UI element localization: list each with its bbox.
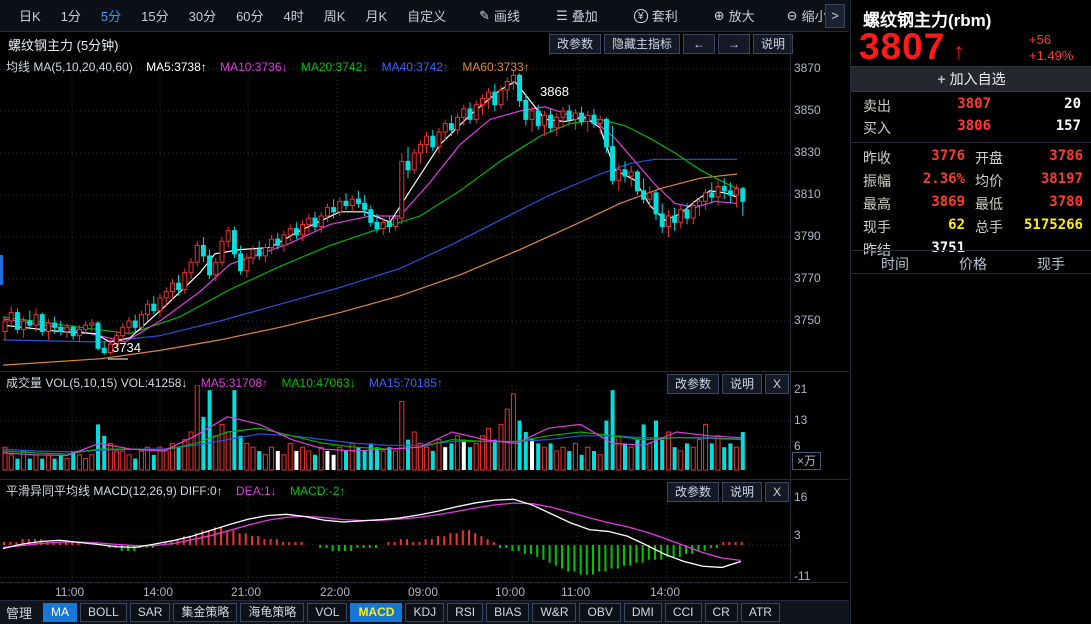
tab-rsi[interactable]: RSI (447, 603, 483, 622)
price-change-percent: +1.49% (1029, 48, 1073, 63)
pencil-icon: ✎ (479, 8, 490, 24)
tab-bias[interactable]: BIAS (486, 603, 529, 622)
arbitrage-button[interactable]: ¥ 套利 (626, 3, 686, 28)
macd-edit-params-button[interactable]: 改参数 (667, 482, 719, 502)
time-tick-label: 14:00 (650, 585, 680, 599)
time-tick-label: 09:00 (408, 585, 438, 599)
money-icon: ¥ (634, 9, 648, 23)
volume-tick-label: 6 (794, 439, 801, 453)
macd-tick-label: 3 (794, 528, 801, 542)
ask-row: 卖出 3807 20 (851, 96, 1091, 118)
tab-kdj[interactable]: KDJ (405, 603, 444, 622)
time-tick-label: 14:00 (143, 585, 173, 599)
price-tick-label: 3830 (794, 145, 821, 159)
volume-tick-label: 21 (794, 382, 807, 396)
price-change: +56 (1029, 32, 1051, 47)
time-tick-label: 21:00 (231, 585, 261, 599)
tab-vol[interactable]: VOL (307, 603, 347, 622)
vol-close-button[interactable]: X (765, 374, 789, 394)
price-tick-label: 3770 (794, 271, 821, 285)
tab-cci[interactable]: CCI (665, 603, 702, 622)
stats-row: 昨收 3776 开盘 3786 (851, 148, 1091, 170)
help-button[interactable]: 说明 (753, 34, 793, 54)
period-custom[interactable]: 自定义 (398, 3, 455, 28)
price-tick-label: 3850 (794, 103, 821, 117)
volume-chart[interactable] (0, 385, 790, 478)
macd-chart[interactable] (0, 492, 790, 582)
chart-header: 螺纹钢主力 (5分钟) 改参数 隐藏主指标 ← → 说明 (0, 32, 795, 56)
vol-help-button[interactable]: 说明 (722, 374, 762, 394)
quote-panel: 螺纹钢主力(rbm) 3807 ↑ +56 +1.49% +加入自选 卖出 38… (850, 0, 1091, 624)
period-5min[interactable]: 5分 (92, 3, 130, 28)
scroll-left-button[interactable]: ← (683, 34, 715, 54)
macd-tick-label: 16 (794, 490, 807, 504)
left-edge-indicator (0, 255, 3, 285)
time-axis: 11:00 14:00 21:00 22:00 09:00 10:00 11:00 14:00 (0, 582, 849, 600)
main-candlestick-chart[interactable]: 3868 3734 (0, 56, 790, 370)
time-tick-label: 11:00 (55, 585, 84, 599)
stats-row: 振幅 2.36% 均价 38197 (851, 171, 1091, 193)
hide-indicator-button[interactable]: 隐藏主指标 (604, 34, 680, 54)
trading-app-window: 日K 1分 5分 15分 30分 60分 4时 周K 月K 自定义 ✎ 画线 ☰… (0, 0, 1091, 624)
trades-table-header: 时间 价格 现手 (851, 250, 1091, 274)
time-tick-label: 11:00 (561, 585, 590, 599)
zoom-in-button[interactable]: ⊕ 放大 (706, 3, 763, 28)
macd-help-button[interactable]: 说明 (722, 482, 762, 502)
macd-close-button[interactable]: X (765, 482, 789, 502)
price-tick-label: 3870 (794, 61, 821, 75)
period-30min[interactable]: 30分 (180, 3, 225, 28)
last-price: 3807 (859, 26, 945, 68)
draw-line-button[interactable]: ✎ 画线 (471, 3, 528, 28)
svg-text:3868: 3868 (540, 84, 569, 99)
tab-dmi[interactable]: DMI (624, 603, 662, 622)
toolbar-expand-button[interactable]: > (825, 4, 845, 28)
indicator-tabbar: 管理 MA BOLL SAR 集金策略 海龟策略 VOL MACD KDJ RS… (0, 600, 849, 624)
period-4hour[interactable]: 4时 (275, 3, 313, 28)
period-1min[interactable]: 1分 (52, 3, 90, 28)
period-monthly[interactable]: 月K (356, 3, 396, 28)
edit-params-button[interactable]: 改参数 (549, 34, 601, 54)
macd-tick-label: -11 (794, 569, 810, 583)
price-tick-label: 3790 (794, 229, 821, 243)
price-tick-label: 3750 (794, 313, 821, 327)
period-weekly[interactable]: 周K (315, 3, 355, 28)
tab-atr[interactable]: ATR (741, 603, 780, 622)
tab-sar[interactable]: SAR (130, 603, 171, 622)
svg-text:3734: 3734 (112, 340, 141, 355)
scroll-right-button[interactable]: → (718, 34, 750, 54)
macd-indicator-readout: 平滑异同平均线 MACD(12,26,9) DIFF:0↑ DEA:1↓ MAC… (0, 482, 780, 499)
ma-indicator-readout: 均线 MA(5,10,20,40,60) MA5:3738↑ MA10:3736… (0, 58, 780, 75)
price-up-arrow-icon: ↑ (953, 38, 965, 65)
tab-ma[interactable]: MA (43, 603, 77, 622)
zoom-out-icon: ⊖ (787, 8, 798, 24)
plus-icon: + (937, 71, 945, 87)
tab-turtle-strategy[interactable]: 海龟策略 (240, 603, 304, 622)
overlay-button[interactable]: ☰ 叠加 (548, 3, 606, 28)
tab-boll[interactable]: BOLL (80, 603, 127, 622)
settle-row: 昨结 3751 (851, 229, 1091, 251)
volume-indicator-readout: 成交量 VOL(5,10,15) VOL:41258↓ MA5:31708↑ M… (0, 374, 780, 391)
toolbar: 日K 1分 5分 15分 30分 60分 4时 周K 月K 自定义 ✎ 画线 ☰… (0, 0, 849, 32)
period-daily[interactable]: 日K (10, 3, 50, 28)
bid-row: 买入 3806 157 (851, 118, 1091, 140)
tab-manage[interactable]: 管理 (6, 603, 32, 622)
layers-icon: ☰ (556, 8, 568, 24)
period-60min[interactable]: 60分 (227, 3, 272, 28)
period-15min[interactable]: 15分 (132, 3, 177, 28)
stats-row: 最高 3869 最低 3780 (851, 194, 1091, 216)
volume-tick-label: 13 (794, 413, 807, 427)
tab-macd[interactable]: MACD (350, 603, 402, 622)
tab-cr[interactable]: CR (705, 603, 738, 622)
volume-unit-label: ×万 (792, 452, 821, 470)
tab-jijin-strategy[interactable]: 集金策略 (173, 603, 237, 622)
vol-edit-params-button[interactable]: 改参数 (667, 374, 719, 394)
time-tick-label: 10:00 (495, 585, 525, 599)
add-watchlist-button[interactable]: +加入自选 (851, 66, 1091, 92)
zoom-in-icon: ⊕ (714, 8, 725, 24)
price-tick-label: 3810 (794, 187, 821, 201)
chart-title: 螺纹钢主力 (5分钟) (0, 35, 119, 54)
tab-obv[interactable]: OBV (579, 603, 620, 622)
tab-wr[interactable]: W&R (532, 603, 576, 622)
time-tick-label: 22:00 (320, 585, 350, 599)
